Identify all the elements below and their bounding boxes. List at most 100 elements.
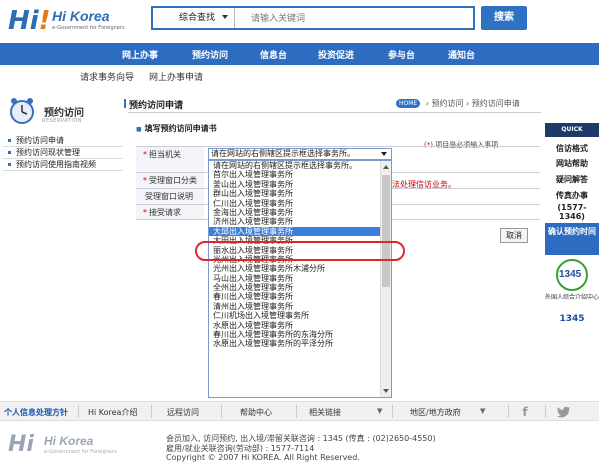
section-title: 填写预约访问申请书	[136, 123, 217, 134]
label-window-desc: 受理窗口说明	[145, 192, 193, 201]
search-category-select[interactable]: 综合查找	[153, 8, 235, 28]
scroll-up-icon[interactable]	[383, 165, 389, 169]
quick-menu-title: QUICK	[545, 123, 599, 137]
quick-item-help[interactable]: 网站帮助	[545, 158, 599, 169]
center-phone: 1345	[559, 314, 585, 324]
breadcrumb-item[interactable]: 预约访问	[432, 99, 464, 108]
breadcrumb-sep: ›	[425, 99, 429, 108]
dropdown-option[interactable]: 金海出入境管理事务所	[209, 208, 381, 217]
office-select-value: 请在网站的右侧辖区提示框选择事务所。	[211, 149, 355, 158]
dropdown-option[interactable]: 仁川机场出入境管理事务所	[209, 311, 381, 320]
label-office: 担当机关	[149, 150, 181, 159]
breadcrumb-sep: ›	[466, 99, 470, 108]
dropdown-option[interactable]: 水原出入境管理事务所	[209, 321, 381, 330]
dropdown-scrollbar[interactable]	[380, 161, 391, 397]
clock-icon	[10, 98, 34, 124]
required-mark: *	[143, 176, 147, 185]
footer-link-about[interactable]: Hi Korea介绍	[88, 407, 137, 418]
breadcrumb: HOME › 预约访问 › 预约访问申请	[396, 98, 520, 109]
nav-item-notice[interactable]: 通知台	[448, 48, 475, 61]
nav-item-investment[interactable]: 投资促进	[318, 48, 354, 61]
sidebar-item-guide-video[interactable]: 预约访问使用指南视频	[3, 159, 123, 171]
dropdown-option[interactable]: 春川出入境管理事务所	[209, 292, 381, 301]
footer-links: 个人信息处理方针 Hi Korea介绍 远程访问 帮助中心 相关链接 ▼ 地区/…	[0, 401, 599, 421]
divider	[508, 405, 509, 418]
highlight-annotation	[195, 241, 405, 261]
subnav-item-apply[interactable]: 网上办事申请	[149, 70, 203, 83]
main-nav: 网上办事 预约访问 信息台 投资促进 参与台 通知台	[0, 43, 599, 65]
divider	[296, 405, 297, 418]
dropdown-option[interactable]: 全州出入境管理事务所	[209, 283, 381, 292]
search-input[interactable]	[241, 9, 391, 27]
nav-item-info[interactable]: 信息台	[260, 48, 287, 61]
form-label: * 担当机关	[136, 147, 204, 172]
dropdown-option[interactable]: 马山出入境管理事务所	[209, 274, 381, 283]
dropdown-option[interactable]: 首尔出入境管理事务所	[209, 170, 381, 179]
dropdown-option[interactable]: 大邱出入境管理事务所	[209, 226, 381, 237]
footer-labor-contact: 雇用/就业关联咨询(劳动部) : 1577-7114	[166, 443, 315, 453]
quick-item-fax-number: (1577-1346)	[557, 203, 587, 221]
nav-item-online-service[interactable]: 网上办事	[122, 48, 158, 61]
footer-link-privacy[interactable]: 个人信息处理方针	[4, 407, 68, 418]
form-label: 受理窗口说明	[136, 189, 204, 204]
quick-menu: QUICK 信访格式 网站帮助 疑问解答 传真办事 (1577-1346) 确认…	[545, 123, 599, 333]
dropdown-option[interactable]: 釜山出入境管理事务所	[209, 180, 381, 189]
center-name[interactable]: 外国人综合介绍中心	[545, 294, 599, 302]
form-label: * 受理窗口分类	[136, 173, 204, 188]
office-dropdown-list: 请在网站的右侧辖区提示框选择事务所。 首尔出入境管理事务所 釜山出入境管理事务所 群山…	[208, 160, 392, 398]
logo-subtitle: e-Government for Foreigners	[44, 449, 117, 455]
nav-item-reservation[interactable]: 预约访问	[192, 48, 228, 61]
footer-link-related[interactable]: 相关链接	[309, 407, 341, 418]
required-mark: *	[143, 150, 147, 159]
quick-item-forms[interactable]: 信访格式	[545, 143, 599, 154]
breadcrumb-item: 预约访问申请	[471, 99, 520, 108]
dropdown-option[interactable]: 仁川出入境管理事务所	[209, 199, 381, 208]
chevron-down-icon	[222, 15, 228, 19]
logo-mark: Hi	[8, 432, 34, 457]
divider	[151, 405, 152, 418]
home-icon[interactable]: HOME	[396, 99, 421, 108]
search-box: 综合查找	[151, 6, 475, 30]
footer-link-help[interactable]: 帮助中心	[240, 407, 272, 418]
divider	[78, 405, 79, 418]
dropdown-option[interactable]: 春川出入境管理事务所的东海分所	[209, 330, 381, 339]
footer-link-remote[interactable]: 远程访问	[167, 407, 199, 418]
twitter-icon[interactable]	[556, 404, 572, 420]
footer-contact: 会员加入, 访问预约, 出入境/滞留关联咨询 : 1345 (传真 : (02)…	[166, 434, 436, 443]
sidebar-menu: 预约访问申请 预约访问现状管理 预约访问使用指南视频	[3, 135, 123, 171]
facebook-icon[interactable]: f	[517, 404, 533, 420]
dropdown-option[interactable]: 群山出入境管理事务所	[209, 189, 381, 198]
quick-item-faq[interactable]: 疑问解答	[545, 174, 599, 185]
sidebar-item-apply[interactable]: 预约访问申请	[3, 135, 123, 147]
footer-link-regional[interactable]: 地区/地方政府	[410, 407, 461, 418]
dropdown-option[interactable]: 请在网站的右侧辖区提示框选择事务所。	[209, 161, 381, 170]
office-select[interactable]: 请在网站的右侧辖区提示框选择事务所。	[208, 148, 392, 160]
form-label: * 接受请求	[136, 205, 204, 219]
search-category-label: 综合查找	[179, 13, 216, 23]
copyright: Copyright © 2007 Hi KOREA. All Right Res…	[166, 453, 360, 462]
dropdown-option[interactable]: 水原出入境管理事务所的平泽分所	[209, 339, 381, 348]
dropdown-option[interactable]: 光州出入境管理事务所木浦分所	[209, 264, 381, 273]
quick-item-fax[interactable]: 传真办事	[545, 190, 599, 201]
page-title: 预约访问申请	[123, 98, 183, 111]
search-button[interactable]: 搜索	[481, 6, 527, 30]
sidebar-title: 预约访问	[44, 108, 84, 119]
dropdown-option[interactable]: 济州出入境管理事务所	[209, 217, 381, 226]
scroll-down-icon[interactable]	[383, 389, 389, 393]
divider	[221, 405, 222, 418]
dropdown-option[interactable]: 清州出入境管理事务所	[209, 302, 381, 311]
label-accept-request: 接受请求	[149, 208, 181, 217]
chevron-down-icon	[381, 152, 387, 156]
subnav-item-guide[interactable]: 请求事务向导	[80, 70, 134, 83]
nav-item-participation[interactable]: 参与台	[388, 48, 415, 61]
hikorea-logo[interactable]: Hi! Hi Korea e-Government for Foreigners	[8, 6, 128, 36]
chevron-down-icon[interactable]: ▼	[480, 407, 485, 415]
footer-info: 会员加入, 访问预约, 出入境/滞留关联咨询 : 1345 (传真 : (02)…	[166, 434, 436, 463]
scroll-thumb[interactable]	[382, 175, 390, 287]
sidebar-item-status[interactable]: 预约访问现状管理	[3, 147, 123, 159]
required-mark: *	[143, 208, 147, 217]
chevron-down-icon[interactable]: ▼	[377, 407, 382, 415]
cancel-button[interactable]: 取消	[500, 228, 528, 243]
confirm-reservation-button[interactable]: 确认预约时间	[545, 223, 599, 255]
divider	[392, 405, 393, 418]
